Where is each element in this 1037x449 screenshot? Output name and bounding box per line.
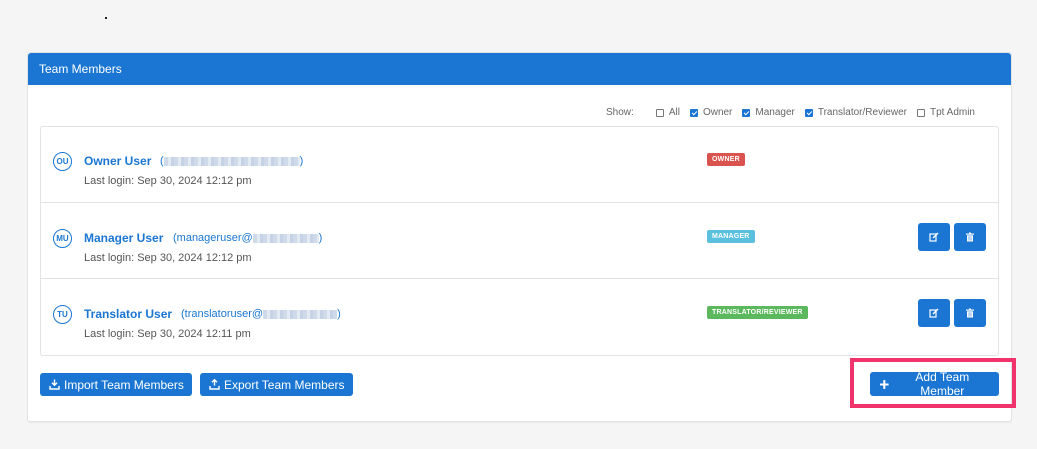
member-email: (translatoruser@) — [181, 308, 341, 320]
highlight-box — [850, 358, 1016, 408]
member-email: () — [160, 155, 303, 167]
team-member-list: OU Owner User () Last login: Sep 30, 202… — [40, 126, 999, 356]
member-name[interactable]: Translator User — [84, 307, 172, 321]
export-button-label: Export Team Members — [224, 377, 345, 392]
filter-owner-label: Owner — [702, 107, 733, 118]
filter-translator-reviewer[interactable]: Translator/Reviewer — [804, 107, 907, 118]
filter-owner-checkbox[interactable] — [689, 108, 698, 117]
export-team-members-button[interactable]: Export Team Members — [200, 373, 353, 396]
redacted-email — [252, 233, 319, 243]
edit-icon — [929, 232, 939, 242]
trash-icon — [966, 232, 974, 242]
export-icon — [209, 379, 220, 390]
filter-tpt-admin-checkbox[interactable] — [916, 108, 925, 117]
role-badge-manager: MANAGER — [707, 230, 755, 243]
avatar: MU — [53, 229, 72, 248]
redacted-email — [263, 309, 338, 319]
filter-owner[interactable]: Owner — [689, 107, 733, 118]
avatar: OU — [53, 152, 72, 171]
delete-member-button[interactable] — [954, 299, 986, 327]
filter-show-label: Show: — [606, 107, 634, 118]
member-email-prefix: (translatoruser@ — [181, 308, 264, 320]
filter-manager-label: Manager — [755, 107, 795, 118]
filter-translator-reviewer-checkbox[interactable] — [804, 108, 813, 117]
member-last-login: Last login: Sep 30, 2024 12:12 pm — [84, 175, 252, 187]
member-email-suffix: ) — [337, 308, 341, 320]
member-row-owner: OU Owner User () Last login: Sep 30, 202… — [41, 127, 998, 203]
member-name[interactable]: Owner User — [84, 154, 151, 168]
member-row-translator: TU Translator User (translatoruser@) Las… — [41, 279, 998, 355]
member-email-suffix: ) — [318, 232, 323, 244]
role-badge-owner: OWNER — [707, 153, 745, 166]
import-icon — [49, 379, 60, 390]
member-last-login: Last login: Sep 30, 2024 12:11 pm — [84, 328, 251, 340]
filter-translator-reviewer-label: Translator/Reviewer — [817, 107, 907, 118]
filter-manager[interactable]: Manager — [742, 107, 795, 118]
filter-tpt-admin-label: Tpt Admin — [929, 107, 975, 118]
member-email-prefix: (manageruser@ — [173, 232, 253, 244]
avatar: TU — [53, 305, 72, 324]
stray-dot — [105, 17, 107, 19]
role-badge-translator-reviewer: TRANSLATOR/REVIEWER — [707, 306, 808, 319]
trash-icon — [966, 308, 974, 318]
import-button-label: Import Team Members — [64, 377, 184, 392]
edit-member-button[interactable] — [918, 299, 950, 327]
filter-all[interactable]: All — [655, 107, 680, 118]
filter-tpt-admin[interactable]: Tpt Admin — [916, 107, 975, 118]
member-email: (manageruser@) — [173, 232, 322, 244]
filter-all-label: All — [668, 107, 680, 118]
member-last-login: Last login: Sep 30, 2024 12:12 pm — [84, 252, 252, 264]
panel-title: Team Members — [28, 53, 1011, 85]
member-name[interactable]: Manager User — [84, 231, 163, 245]
redacted-email — [163, 156, 300, 166]
role-filters: Show: All Owner Manager Translator/Revie… — [606, 107, 975, 118]
filter-all-checkbox[interactable] — [655, 108, 664, 117]
filter-manager-checkbox[interactable] — [742, 108, 751, 117]
delete-member-button[interactable] — [954, 223, 986, 251]
import-team-members-button[interactable]: Import Team Members — [40, 373, 192, 396]
edit-member-button[interactable] — [918, 223, 950, 251]
member-email-suffix: ) — [299, 155, 304, 167]
edit-icon — [929, 308, 939, 318]
member-row-manager: MU Manager User (manageruser@) Last logi… — [41, 203, 998, 279]
